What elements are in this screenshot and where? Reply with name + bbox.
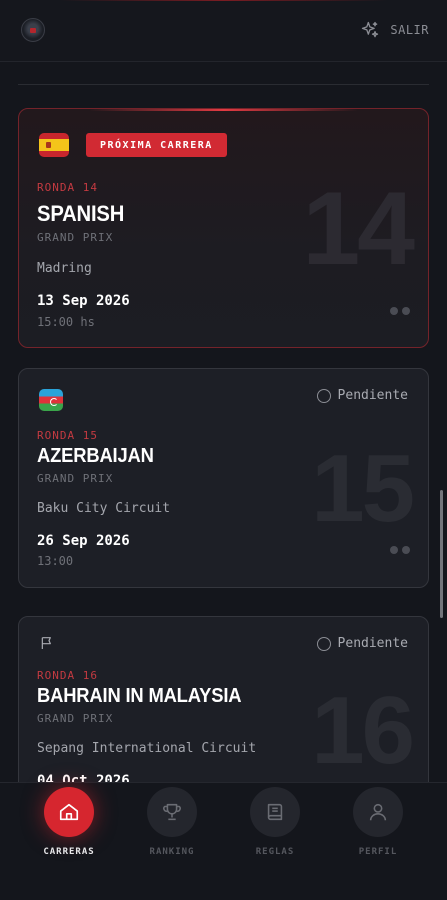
bottom-nav: CARRERAS RANKING REGLAS PERFIL [0, 782, 447, 900]
nav-label: PERFIL [358, 847, 398, 857]
round-number-watermark: 15 [311, 435, 415, 542]
race-time: 13:00 [37, 554, 74, 568]
trophy-icon [163, 803, 181, 821]
nav-item-perfil[interactable]: PERFIL [333, 787, 423, 857]
top-bar: SALIR [0, 0, 447, 62]
race-date: 26 Sep 2026 [37, 533, 130, 549]
status-label: Pendiente [337, 636, 408, 651]
race-date: 13 Sep 2026 [37, 293, 130, 309]
race-time: 15:00 hs [37, 315, 95, 329]
race-circuit: Madring [37, 261, 92, 276]
race-feed[interactable]: PRÓXIMA CARRERA RONDA 14 SPANISH GRAND P… [0, 62, 447, 782]
race-round: RONDA 14 [37, 181, 98, 194]
logout-button[interactable]: SALIR [360, 20, 429, 40]
nav-item-ranking[interactable]: RANKING [127, 787, 217, 857]
race-name: BAHRAIN IN MALAYSIA [37, 685, 242, 707]
user-icon [369, 803, 387, 821]
round-number-watermark: 14 [302, 171, 415, 287]
race-round: RONDA 16 [37, 669, 98, 682]
nav-label: CARRERAS [43, 847, 95, 857]
nav-label: RANKING [149, 847, 195, 857]
round-number-watermark: 16 [311, 677, 415, 782]
race-subtitle: GRAND PRIX [37, 472, 114, 485]
race-round: RONDA 15 [37, 429, 98, 442]
nav-circle [353, 787, 403, 837]
next-race-badge: PRÓXIMA CARRERA [86, 133, 227, 157]
nav-label: REGLAS [255, 847, 295, 857]
team-logo-icon[interactable] [21, 18, 45, 42]
home-icon [59, 803, 79, 821]
status-circle-icon [316, 636, 331, 651]
nav-circle [147, 787, 197, 837]
race-name: AZERBAIJAN [37, 445, 154, 467]
race-card-next[interactable]: PRÓXIMA CARRERA RONDA 14 SPANISH GRAND P… [18, 108, 429, 348]
race-card[interactable]: Pendiente RONDA 16 BAHRAIN IN MALAYSIA G… [18, 616, 429, 782]
status-label: Pendiente [337, 388, 408, 403]
status-circle-icon [316, 388, 331, 403]
race-circuit: Sepang International Circuit [37, 741, 257, 756]
race-card[interactable]: Pendiente RONDA 15 AZERBAIJAN GRAND PRIX… [18, 368, 429, 588]
sparkle-icon [362, 21, 379, 38]
flag-spain-icon [39, 133, 69, 157]
nav-circle [250, 787, 300, 837]
nav-item-reglas[interactable]: REGLAS [230, 787, 320, 857]
race-subtitle: GRAND PRIX [37, 231, 114, 244]
logout-label: SALIR [390, 23, 429, 37]
race-name: SPANISH [37, 201, 125, 226]
book-icon [267, 803, 283, 821]
flag-outline-icon [41, 637, 51, 649]
race-circuit: Baku City Circuit [37, 501, 171, 516]
nav-item-carreras[interactable]: CARRERAS [24, 787, 114, 857]
nav-circle [44, 787, 94, 837]
scrollbar[interactable] [440, 490, 443, 618]
divider [18, 84, 429, 85]
status-badge: Pendiente [316, 388, 408, 403]
race-date: 04 Oct 2026 [37, 773, 130, 782]
status-badge: Pendiente [316, 636, 408, 651]
flag-azerbaijan-icon [39, 389, 63, 411]
race-subtitle: GRAND PRIX [37, 712, 114, 725]
more-dots-icon[interactable] [390, 307, 410, 315]
more-dots-icon[interactable] [390, 546, 410, 554]
